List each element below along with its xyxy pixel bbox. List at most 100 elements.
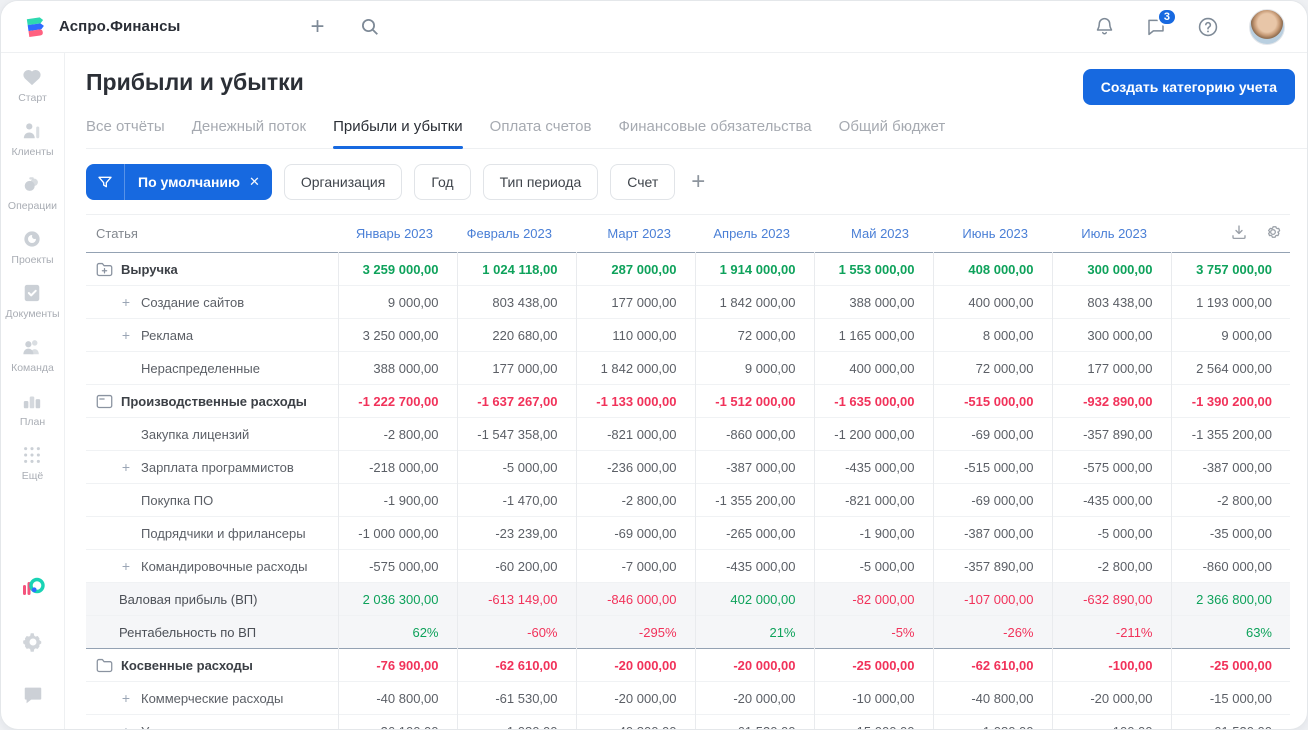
- table-row[interactable]: Закупка лицензий -2 800,00 -1 547 358,00 -8…: [86, 417, 1290, 451]
- table-cell: -69 000,00: [575, 516, 695, 550]
- table-cell: -60%: [456, 615, 576, 649]
- table-cell: -7 000,00: [575, 549, 695, 583]
- global-add-button[interactable]: +: [310, 14, 324, 39]
- table-row[interactable]: Покупка ПО -1 900,00 -1 470,00 -2 800,00 -1 …: [86, 483, 1290, 517]
- folder-icon[interactable]: [96, 658, 113, 673]
- tab-6[interactable]: Общий бюджет: [839, 118, 946, 148]
- add-filter-button[interactable]: +: [691, 170, 705, 194]
- table-cell: -15 000,00: [813, 714, 933, 729]
- table-cell: -435 000,00: [1051, 483, 1171, 517]
- table-cell: -107 000,00: [932, 582, 1052, 616]
- default-filter-chip[interactable]: По умолчанию ✕: [86, 164, 272, 200]
- tab-3[interactable]: Прибыли и убытки: [333, 118, 463, 149]
- operations-icon: [21, 175, 43, 195]
- folder-plus-icon[interactable]: [96, 262, 113, 277]
- table-cell: -211%: [1051, 615, 1171, 649]
- sidebar-item-5[interactable]: Документы: [5, 283, 60, 320]
- sidebar-item-1[interactable]: Старт: [5, 67, 59, 104]
- table-cell: 2 036 300,00: [337, 582, 457, 616]
- table-row[interactable]: Косвенные расходы -76 900,00 -62 610,00 -20…: [86, 648, 1290, 682]
- table-row[interactable]: + Создание сайтов 9 000,00 803 438,00 177 0…: [86, 285, 1290, 319]
- expand-plus-icon[interactable]: +: [120, 558, 132, 574]
- more-grid-icon: [22, 445, 42, 465]
- search-icon[interactable]: [360, 17, 380, 37]
- column-header-month-3[interactable]: Март 2023: [576, 215, 695, 253]
- sidebar-item-4[interactable]: Проекты: [5, 229, 59, 266]
- tab-4[interactable]: Оплата счетов: [490, 118, 592, 148]
- row-label: Производственные расходы: [121, 393, 307, 409]
- expand-plus-icon[interactable]: +: [120, 690, 132, 706]
- table-cell: 177 000,00: [456, 351, 576, 385]
- sidebar-item-7[interactable]: План: [5, 391, 59, 428]
- filter-chip-1[interactable]: Организация: [283, 164, 403, 200]
- table-row[interactable]: Производственные расходы -1 222 700,00 -1 …: [86, 384, 1290, 418]
- column-header-month-2[interactable]: Февраль 2023: [457, 215, 576, 253]
- sidebar-item-3[interactable]: Операции: [5, 175, 59, 212]
- table-cell: -69 000,00: [932, 417, 1052, 451]
- column-header-month-6[interactable]: Июнь 2023: [933, 215, 1052, 253]
- table-cell: -20 000,00: [694, 681, 814, 715]
- table-cell: 9 000,00: [694, 351, 814, 385]
- table-row[interactable]: + Командировочные расходы -575 000,00 -60 …: [86, 549, 1290, 583]
- column-header-month-5[interactable]: Май 2023: [814, 215, 933, 253]
- row-label: Косвенные расходы: [121, 657, 253, 673]
- table-cell: 3 757 000,00: [1170, 252, 1290, 286]
- sidebar-item-8[interactable]: Ещё: [5, 445, 59, 482]
- card-line-icon[interactable]: [96, 394, 113, 409]
- settings-gear-icon[interactable]: [22, 631, 44, 658]
- table-cell: -932 890,00: [1051, 384, 1171, 418]
- expand-plus-icon[interactable]: +: [120, 327, 132, 343]
- expand-plus-icon[interactable]: +: [120, 294, 132, 310]
- tab-1[interactable]: Все отчёты: [86, 118, 165, 148]
- product-logo-icon: [21, 576, 45, 605]
- table-row[interactable]: + Коммерческие расходы -40 800,00 -61 530,…: [86, 681, 1290, 715]
- filter-chip-3[interactable]: Тип периода: [482, 164, 599, 200]
- table-row[interactable]: + Зарплата программистов -218 000,00 -5 00…: [86, 450, 1290, 484]
- table-cell: 400 000,00: [813, 351, 933, 385]
- row-label: Выручка: [121, 261, 178, 277]
- table-cell: 408 000,00: [932, 252, 1052, 286]
- table-row[interactable]: Выручка 3 259 000,00 1 024 118,00 287 000,0…: [86, 252, 1290, 286]
- user-avatar[interactable]: [1249, 8, 1285, 45]
- team-icon: [21, 337, 43, 357]
- help-icon[interactable]: [1197, 16, 1219, 38]
- table-cell: -357 890,00: [932, 549, 1052, 583]
- sidebar-item-6[interactable]: Команда: [5, 337, 59, 374]
- create-category-button[interactable]: Создать категорию учета: [1082, 69, 1295, 105]
- sidebar-item-2[interactable]: Клиенты: [5, 121, 59, 158]
- table-settings-gear-icon[interactable]: [1264, 223, 1282, 244]
- row-label: Создание сайтов: [141, 294, 245, 310]
- table-cell: 1 193 000,00: [1170, 285, 1290, 319]
- table-cell: -435 000,00: [813, 450, 933, 484]
- main-content: Прибыли и убытки Создать категорию учета…: [65, 53, 1307, 729]
- messages-icon[interactable]: 3: [1145, 8, 1177, 37]
- column-header-month-7[interactable]: Июль 2023: [1052, 215, 1171, 253]
- tab-5[interactable]: Финансовые обязательства: [618, 118, 811, 148]
- column-header-month-1[interactable]: Январь 2023: [338, 215, 457, 253]
- filter-chip-4[interactable]: Счет: [610, 164, 676, 200]
- column-header-month-4[interactable]: Апрель 2023: [695, 215, 814, 253]
- support-chat-icon[interactable]: [22, 684, 44, 711]
- tab-2[interactable]: Денежный поток: [192, 118, 306, 148]
- report-tabs: Все отчёты Денежный поток Прибыли и убытки…: [86, 118, 1307, 149]
- expand-plus-icon[interactable]: +: [120, 723, 132, 729]
- table-cell: -35 000,00: [1170, 516, 1290, 550]
- table-row[interactable]: Рентабельность по ВП 62% -60% -295% 21% -5% -2…: [86, 615, 1290, 649]
- table-row[interactable]: + Управленческие расходы-36 100,00-1 080…: [86, 714, 1290, 729]
- remove-filter-icon[interactable]: ✕: [247, 174, 272, 190]
- table-row[interactable]: Подрядчики и фрилансеры -1 000 000,00 -23 …: [86, 516, 1290, 550]
- table-cell: -387 000,00: [932, 516, 1052, 550]
- table-cell: -15 000,00: [1170, 681, 1290, 715]
- download-report-icon[interactable]: [1230, 223, 1248, 244]
- table-cell: -5 000,00: [813, 549, 933, 583]
- expand-plus-icon[interactable]: +: [120, 459, 132, 475]
- table-cell: -1 470,00: [456, 483, 576, 517]
- table-cell: -236 000,00: [575, 450, 695, 484]
- table-row[interactable]: + Реклама 3 250 000,00 220 680,00 110 000,0…: [86, 318, 1290, 352]
- filter-chip-2[interactable]: Год: [414, 164, 471, 200]
- table-row[interactable]: Нераспределенные 388 000,00 177 000,00 1 84…: [86, 351, 1290, 385]
- notifications-bell-icon[interactable]: [1094, 16, 1115, 37]
- table-cell: 402 000,00: [694, 582, 814, 616]
- table-row[interactable]: Валовая прибыль (ВП) 2 036 300,00 -613 149…: [86, 582, 1290, 616]
- table-cell: 2 366 800,00: [1170, 582, 1290, 616]
